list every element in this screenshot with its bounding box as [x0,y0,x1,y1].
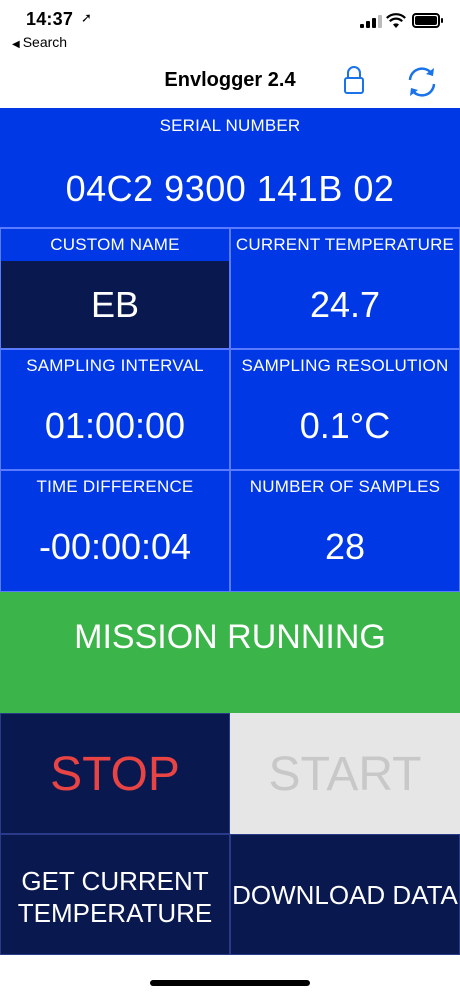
status-bar: 14:37 ➚ ◀ Search [0,0,460,56]
get-temp-label-line1: GET CURRENT [21,866,209,896]
custom-name-label-strip: CUSTOM NAME [1,229,229,261]
status-time: 14:37 [26,9,74,29]
current-temperature-label: CURRENT TEMPERATURE [235,235,455,254]
time-difference-label: TIME DIFFERENCE [36,477,194,496]
sampling-interval-value: 01:00:00 [44,405,186,446]
sampling-resolution-label: SAMPLING RESOLUTION [241,356,449,375]
custom-name-value: EB [90,284,140,325]
current-temperature-panel: CURRENT TEMPERATURE 24.7 [230,228,460,349]
app-title: Envlogger 2.4 [164,69,296,91]
number-of-samples-panel: NUMBER OF SAMPLES 28 [230,470,460,592]
stop-button[interactable]: STOP [0,713,230,834]
sampling-resolution-panel[interactable]: SAMPLING RESOLUTION 0.1°C [230,349,460,470]
stop-button-label: STOP [50,748,180,801]
sampling-resolution-value: 0.1°C [299,405,391,446]
serial-number-label: SERIAL NUMBER [159,116,301,135]
get-current-temperature-button[interactable]: GET CURRENT TEMPERATURE [0,834,230,955]
get-temp-label-line2: TEMPERATURE [17,898,213,928]
time-difference-value: -00:00:04 [38,526,192,567]
back-to-search-link[interactable]: ◀ Search [12,34,67,50]
battery-icon [412,13,443,28]
back-label: Search [22,34,68,50]
serial-number-panel: SERIAL NUMBER 04C2 9300 141B 02 [0,108,460,228]
mission-status-banner: MISSION RUNNING [0,592,460,713]
number-of-samples-value: 28 [324,526,366,567]
location-arrow-icon: ➚ [81,10,92,25]
cellular-signal-icon [360,14,382,28]
serial-number-value: 04C2 9300 141B 02 [65,168,395,209]
current-temperature-value: 24.7 [309,284,381,325]
sampling-interval-label: SAMPLING INTERVAL [26,356,204,375]
sampling-interval-panel[interactable]: SAMPLING INTERVAL 01:00:00 [0,349,230,470]
start-button[interactable]: START [230,713,460,834]
custom-name-panel[interactable]: CUSTOM NAME EB [0,228,230,349]
wifi-icon [386,13,406,28]
sync-icon[interactable] [404,64,440,100]
mission-status-text: MISSION RUNNING [74,618,386,656]
start-button-label: START [268,748,422,801]
download-data-label: DOWNLOAD DATA [232,880,458,910]
lock-icon[interactable] [341,64,367,96]
download-data-button[interactable]: DOWNLOAD DATA [230,834,460,955]
nav-bar: Envlogger 2.4 [0,56,460,108]
custom-name-label: CUSTOM NAME [50,235,180,254]
home-indicator[interactable] [150,980,310,986]
back-triangle-icon: ◀ [12,39,20,50]
number-of-samples-label: NUMBER OF SAMPLES [249,477,441,496]
time-difference-panel: TIME DIFFERENCE -00:00:04 [0,470,230,592]
